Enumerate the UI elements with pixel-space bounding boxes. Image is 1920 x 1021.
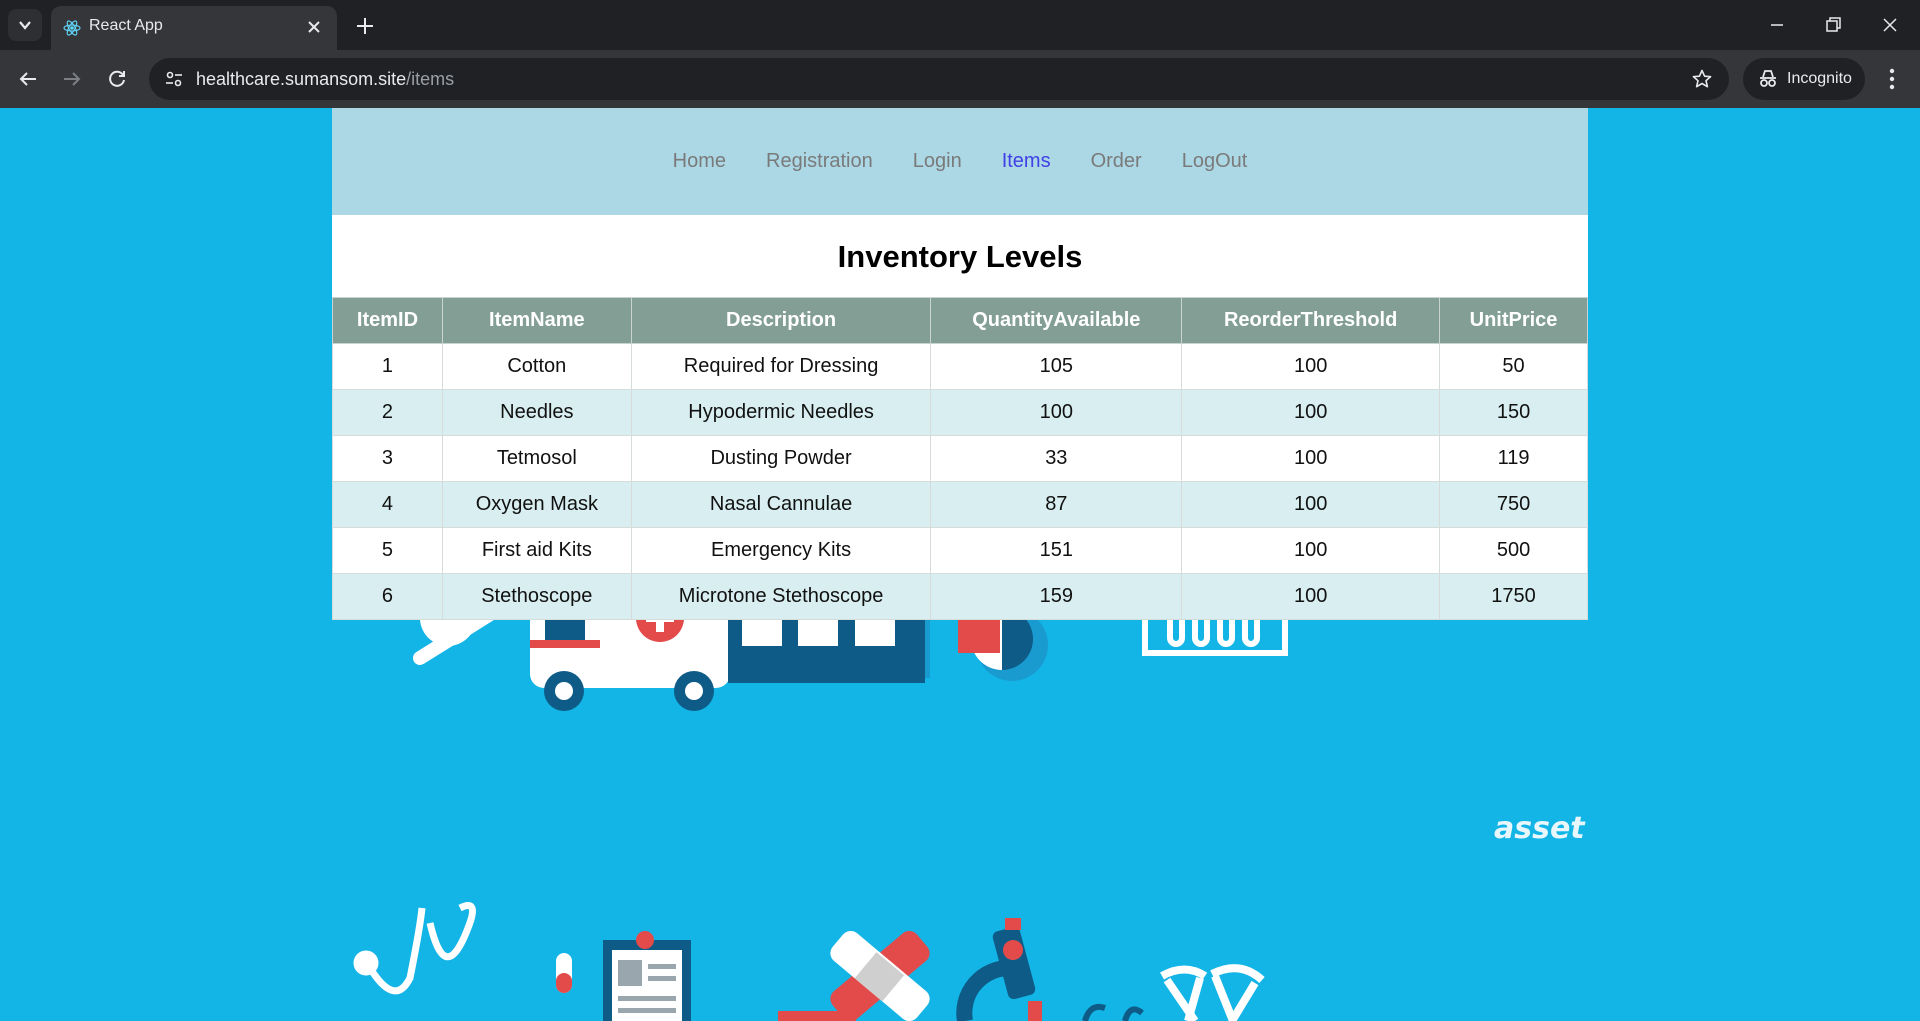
item-id-cell: 4 — [332, 481, 443, 528]
back-arrow-icon[interactable] — [14, 65, 42, 93]
nav-login-link[interactable]: Login — [913, 150, 962, 173]
close-window-icon[interactable] — [1877, 12, 1903, 38]
page-title: Inventory Levels — [837, 239, 1083, 274]
nav-items-link[interactable]: Items — [1002, 150, 1051, 173]
unit-price-cell: 50 — [1439, 343, 1588, 390]
browser-tab-bar: React App — [0, 0, 1920, 50]
table-row: 2 Needles Hypodermic Needles 100 100 150 — [332, 389, 1588, 436]
top-navbar: Home Registration Login Items Order LogO… — [332, 108, 1588, 215]
item-name-cell: Tetmosol — [441, 435, 632, 482]
table-row: 6 Stethoscope Microtone Stethoscope 159 … — [332, 573, 1588, 620]
description-cell: Hypodermic Needles — [630, 389, 932, 436]
description-cell: Microtone Stethoscope — [630, 573, 932, 620]
inventory-table: ItemID ItemName Description QuantityAvai… — [332, 297, 1588, 620]
browser-tab[interactable]: React App — [51, 6, 337, 50]
more-menu-icon[interactable] — [1880, 64, 1904, 94]
browser-toolbar: healthcare.sumansom.site/items Incognito — [0, 50, 1920, 108]
close-tab-icon[interactable] — [303, 16, 325, 38]
column-header: QuantityAvailable — [930, 297, 1183, 344]
reload-icon[interactable] — [103, 65, 131, 93]
minimize-icon[interactable] — [1764, 12, 1790, 38]
unit-price-cell: 119 — [1439, 435, 1588, 482]
url-path: /items — [406, 69, 455, 89]
bandage-icon — [778, 930, 930, 1021]
item-id-cell: 6 — [332, 573, 443, 620]
incognito-label: Incognito — [1787, 70, 1852, 87]
item-id-cell: 1 — [332, 343, 443, 390]
table-row: 5 First aid Kits Emergency Kits 151 100 … — [332, 527, 1588, 574]
url-text: healthcare.sumansom.site/items — [196, 69, 454, 90]
reorder-threshold-cell: 100 — [1181, 389, 1441, 436]
description-cell: Emergency Kits — [630, 527, 932, 574]
table-row: 1 Cotton Required for Dressing 105 100 5… — [332, 343, 1588, 390]
forward-arrow-icon[interactable] — [58, 65, 86, 93]
chevron-down-icon — [19, 21, 31, 30]
table-row: 4 Oxygen Mask Nasal Cannulae 87 100 750 — [332, 481, 1588, 528]
react-logo-icon — [63, 20, 81, 36]
crutches-icon — [1160, 964, 1265, 1021]
column-header: ReorderThreshold — [1181, 297, 1441, 344]
microscope-icon — [956, 918, 1042, 1021]
column-header: ItemName — [441, 297, 632, 344]
column-header: UnitPrice — [1439, 297, 1588, 344]
new-tab-icon[interactable] — [352, 13, 378, 39]
item-id-cell: 2 — [332, 389, 443, 436]
inventory-panel: Inventory Levels ItemID ItemName Descrip… — [332, 215, 1588, 620]
quantity-cell: 87 — [930, 481, 1183, 528]
item-name-cell: Cotton — [441, 343, 632, 390]
description-cell: Nasal Cannulae — [630, 481, 932, 528]
reorder-threshold-cell: 100 — [1181, 481, 1441, 528]
item-id-cell: 5 — [332, 527, 443, 574]
tab-title: React App — [89, 17, 163, 34]
reorder-threshold-cell: 100 — [1181, 573, 1441, 620]
table-row: 3 Tetmosol Dusting Powder 33 100 119 — [332, 435, 1588, 482]
tab-search-button[interactable] — [8, 9, 42, 41]
site-info-icon[interactable] — [163, 68, 185, 90]
url-host: healthcare.sumansom.site — [196, 69, 407, 89]
unit-price-cell: 500 — [1439, 527, 1588, 574]
unit-price-cell: 150 — [1439, 389, 1588, 436]
address-bar[interactable]: healthcare.sumansom.site/items — [149, 58, 1729, 100]
quantity-cell: 159 — [930, 573, 1183, 620]
column-header: Description — [630, 297, 932, 344]
asset-watermark-logo: asset — [1494, 811, 1585, 846]
quantity-cell: 33 — [930, 435, 1183, 482]
bookmark-star-icon[interactable] — [1691, 68, 1713, 90]
restore-icon[interactable] — [1820, 12, 1846, 38]
reorder-threshold-cell: 100 — [1181, 343, 1441, 390]
quantity-cell: 100 — [930, 389, 1183, 436]
unit-price-cell: 1750 — [1439, 573, 1588, 620]
nav-logout-link[interactable]: LogOut — [1182, 150, 1248, 173]
small-pill-icon — [556, 953, 572, 993]
nav-registration-link[interactable]: Registration — [766, 150, 873, 173]
description-cell: Dusting Powder — [630, 435, 932, 482]
table-header-row: ItemID ItemName Description QuantityAvai… — [332, 297, 1588, 344]
unit-price-cell: 750 — [1439, 481, 1588, 528]
reorder-threshold-cell: 100 — [1181, 527, 1441, 574]
item-id-cell: 3 — [332, 435, 443, 482]
reorder-threshold-cell: 100 — [1181, 435, 1441, 482]
incognito-icon — [1760, 70, 1776, 87]
app-container: Home Registration Login Items Order LogO… — [332, 108, 1588, 620]
description-cell: Required for Dressing — [630, 343, 932, 390]
quantity-cell: 151 — [930, 527, 1183, 574]
incognito-indicator[interactable]: Incognito — [1743, 58, 1865, 100]
nav-order-link[interactable]: Order — [1091, 150, 1142, 173]
item-name-cell: First aid Kits — [441, 527, 632, 574]
item-name-cell: Oxygen Mask — [441, 481, 632, 528]
item-name-cell: Needles — [441, 389, 632, 436]
item-name-cell: Stethoscope — [441, 573, 632, 620]
clipboard-icon — [603, 931, 691, 1021]
partial-stethoscope-icon — [1082, 1003, 1144, 1021]
stethoscope-icon — [353, 902, 476, 995]
column-header: ItemID — [332, 297, 443, 344]
quantity-cell: 105 — [930, 343, 1183, 390]
nav-home-link[interactable]: Home — [673, 150, 726, 173]
